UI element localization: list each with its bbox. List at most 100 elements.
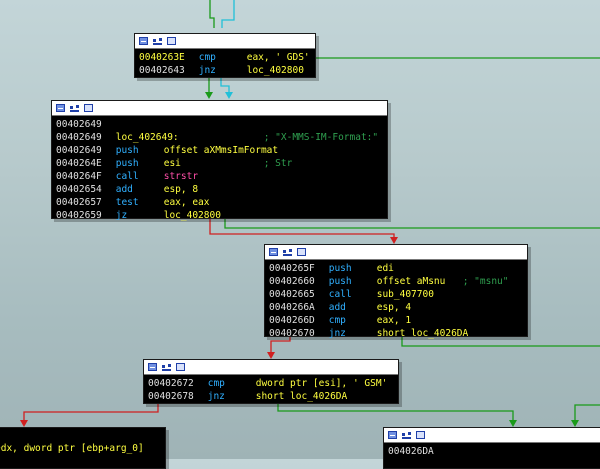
asm-line[interactable]: 0040265F push edi <box>269 262 523 275</box>
asm-line[interactable]: 0040266A add esp, 4 <box>269 301 523 314</box>
text-view-icon[interactable] <box>167 37 176 45</box>
asm-line[interactable]: 0040264F call strstr <box>56 170 383 183</box>
function-ref[interactable]: strstr <box>164 171 198 182</box>
address: 00402657 <box>56 197 102 208</box>
asm-line[interactable]: 00402678 jnz short loc_4026DA <box>148 390 394 403</box>
address: 0040265F <box>269 263 315 274</box>
label[interactable]: loc_402649: <box>116 131 264 144</box>
edge-n4-n5-red <box>23 402 159 420</box>
address: 00402660 <box>269 276 315 287</box>
asm-line[interactable]: 00402649 <box>56 118 383 131</box>
operand[interactable]: eax, 1 <box>377 315 411 326</box>
asm-line[interactable]: 00402665 call sub_407700 <box>269 288 523 301</box>
graph-view-icon[interactable] <box>269 248 278 256</box>
asm-line[interactable]: 00402643 jnz loc_402800 <box>139 64 311 77</box>
xrefs-graph-icon[interactable] <box>153 37 162 45</box>
asm-line[interactable]: 00402660 push offset aMsnu; "msnu" <box>269 275 523 288</box>
node-header[interactable] <box>265 245 527 260</box>
mnemonic: push <box>115 145 139 156</box>
comment: ; "msnu" <box>462 276 509 287</box>
mnemonic: cmp <box>198 52 216 63</box>
code-block-node[interactable]: 00402672 cmp dword ptr [esi], ' GSM' 0040… <box>143 359 399 404</box>
comment: ; Str <box>263 158 293 169</box>
arrow-right-n6-green <box>571 420 579 427</box>
node-header[interactable] <box>135 34 315 49</box>
address: 0040264F <box>56 171 102 182</box>
asm-line[interactable]: 0040266D cmp eax, 1 <box>269 314 523 327</box>
operand[interactable]: sub_407700 <box>377 289 434 300</box>
code-block-node[interactable]: 004026DA <box>383 427 600 469</box>
mnemonic: add <box>115 184 133 195</box>
operand[interactable]: esp, 4 <box>377 302 411 313</box>
asm-line[interactable]: 004026DA <box>388 445 600 458</box>
asm-line[interactable]: 00402649 loc_402649:; "X-MMS-IM-Format:" <box>56 131 383 144</box>
mnemonic: push <box>328 276 352 287</box>
code-block-node[interactable]: 00402649 00402649 loc_402649:; "X-MMS-IM… <box>51 100 388 222</box>
graph-view-icon[interactable] <box>139 37 148 45</box>
address: 00402678 <box>148 391 194 402</box>
asm-line[interactable]: 00402654 add esp, 8 <box>56 183 383 196</box>
flow-graph-canvas[interactable]: 0040263E cmp eax, ' GDS' 00402643 jnz loc_… <box>0 0 600 469</box>
mnemonic: call <box>115 171 139 182</box>
address: 00402659 <box>56 210 102 221</box>
address: 00402643 <box>139 65 185 76</box>
node-header[interactable] <box>384 428 600 443</box>
asm-line[interactable]: 00402657 test eax, eax <box>56 196 383 209</box>
operand[interactable]: edi <box>377 263 394 274</box>
address: 00402654 <box>56 184 102 195</box>
xrefs-graph-icon[interactable] <box>402 431 411 439</box>
graph-view-icon[interactable] <box>56 104 65 112</box>
code-block-node[interactable]: 0040265F push edi 00402660 push offset aMs… <box>264 244 528 340</box>
mnemonic: test <box>115 197 139 208</box>
operand[interactable]: loc_402800 <box>164 210 221 221</box>
mnemonic: cmp <box>328 315 346 326</box>
operand[interactable]: short loc_4026DA <box>377 328 469 339</box>
graph-view-icon[interactable] <box>148 363 157 371</box>
mnemonic: jz <box>115 210 128 221</box>
edge-top-green <box>209 0 215 28</box>
address: 00402670 <box>269 328 315 339</box>
node-header[interactable] <box>144 360 398 375</box>
xrefs-graph-icon[interactable] <box>70 104 79 112</box>
asm-line[interactable]: 00402672 cmp dword ptr [esi], ' GSM' <box>148 377 394 390</box>
xrefs-graph-icon[interactable] <box>283 248 292 256</box>
asm-line[interactable]: 0040263E cmp eax, ' GDS' <box>139 51 311 64</box>
arrow-n4-n5-red <box>20 420 28 427</box>
text-view-icon[interactable] <box>416 431 425 439</box>
asm-line[interactable]: 00402670 jnz short loc_4026DA <box>269 327 523 340</box>
operand[interactable]: offset aMsnu <box>377 275 463 288</box>
address: 00402665 <box>269 289 315 300</box>
graph-view-icon[interactable] <box>388 431 397 439</box>
arrow-n2-n3-red <box>390 237 398 244</box>
text-view-icon[interactable] <box>297 248 306 256</box>
operand[interactable]: eax, eax <box>164 197 210 208</box>
address: 0040266A <box>269 302 315 313</box>
asm-line[interactable]: 0040264E push esi; Str <box>56 157 383 170</box>
mnemonic: cmp <box>207 378 225 389</box>
address: 00402649 <box>56 145 102 156</box>
mnemonic: call <box>328 289 352 300</box>
operand[interactable]: loc_402800 <box>247 65 304 76</box>
operand[interactable]: short loc_4026DA <box>256 391 348 402</box>
address: 00402672 <box>148 378 194 389</box>
asm-line[interactable]: 00402659 jz loc_402800 <box>56 209 383 222</box>
text-view-icon[interactable] <box>176 363 185 371</box>
address: 0040266D <box>269 315 315 326</box>
operand[interactable]: edx, dword ptr [ebp+arg_0] <box>0 443 144 454</box>
operand[interactable]: dword ptr [esi], ' GSM' <box>256 378 388 389</box>
asm-line[interactable]: edx, dword ptr [ebp+arg_0] <box>0 442 161 455</box>
node-header[interactable] <box>52 101 387 116</box>
address: 004026DA <box>388 446 434 457</box>
operand[interactable]: esp, 8 <box>164 184 198 195</box>
operand[interactable]: eax, ' GDS' <box>247 52 310 63</box>
code-block-node[interactable]: edx, dword ptr [ebp+arg_0] <box>0 427 166 469</box>
address: 00402649 <box>56 119 102 130</box>
asm-line[interactable]: 00402649 push offset aXMmsImFormat <box>56 144 383 157</box>
operand[interactable]: esi <box>164 157 264 170</box>
code-block-node[interactable]: 0040263E cmp eax, ' GDS' 00402643 jnz loc_… <box>134 33 316 78</box>
text-view-icon[interactable] <box>84 104 93 112</box>
arrow-n4-n6-green <box>509 420 517 427</box>
xrefs-graph-icon[interactable] <box>162 363 171 371</box>
operand[interactable]: offset aXMmsImFormat <box>164 145 278 156</box>
mnemonic: push <box>328 263 352 274</box>
